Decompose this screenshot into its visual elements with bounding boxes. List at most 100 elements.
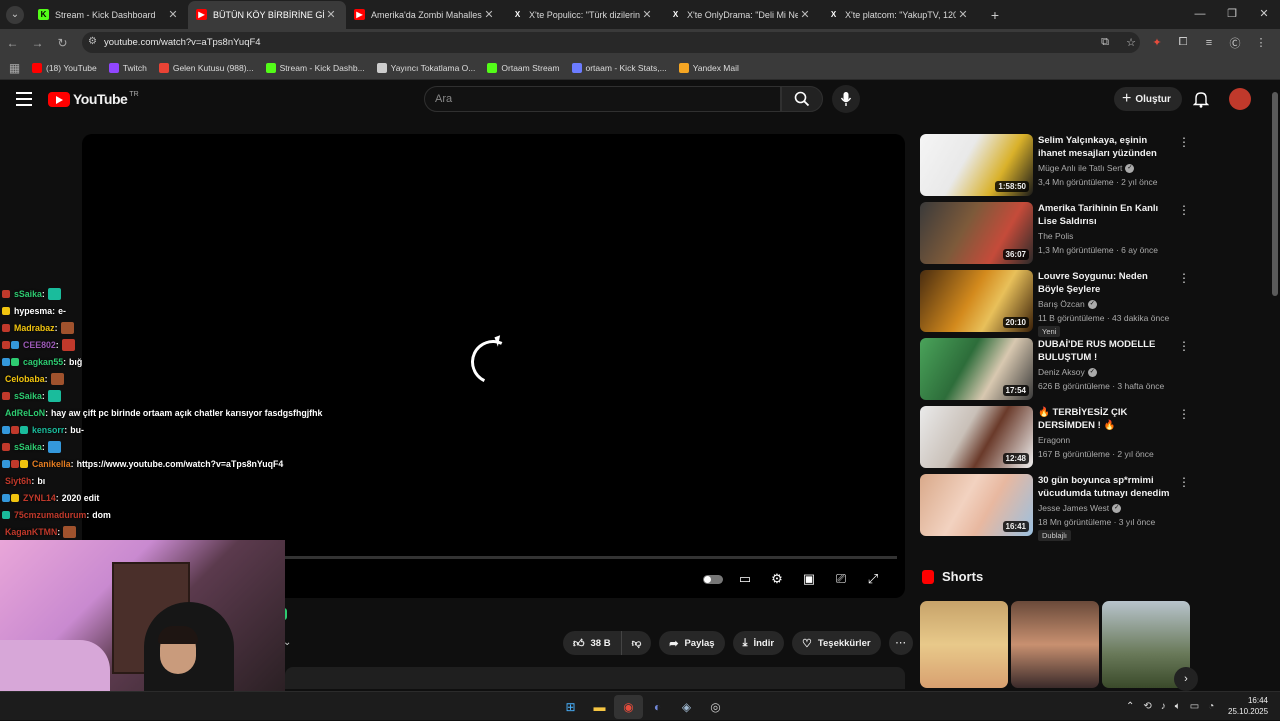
restore-icon[interactable]: ❐	[1216, 0, 1248, 29]
apps-grid-icon[interactable]: ▦	[2, 61, 27, 75]
bookmark-item[interactable]: Twitch	[108, 62, 147, 73]
file-explorer-icon[interactable]: ▬	[585, 695, 614, 719]
theater-mode-icon[interactable]: ▣	[793, 571, 825, 587]
channel-name[interactable]: Jesse James West ✓	[1038, 503, 1122, 514]
bookmark-item[interactable]: ortaam - Kick Stats,...	[571, 62, 667, 73]
browser-tab[interactable]: X X'te Populicc: "Türk dizilerinde ✕	[504, 1, 662, 29]
video-thumbnail[interactable]: 16:41	[920, 474, 1033, 536]
more-actions-icon[interactable]: ⋯	[888, 631, 913, 655]
video-options-icon[interactable]: ⋮	[1178, 407, 1190, 421]
tab-close-icon[interactable]: ✕	[324, 8, 338, 21]
browser-tab[interactable]: X X'te OnlyDrama: "Deli Mi Ne?" ✕	[662, 1, 820, 29]
scrollbar-thumb[interactable]	[1272, 92, 1278, 296]
video-options-icon[interactable]: ⋮	[1178, 135, 1190, 149]
bookmark-item[interactable]: Yayıncı Tokatlama O...	[376, 62, 475, 73]
tab-search-icon[interactable]: ⌄	[6, 5, 24, 24]
tray-sync-icon[interactable]: ⟲	[1143, 701, 1151, 712]
tray-wifi-icon[interactable]: ◔	[1208, 701, 1214, 712]
settings-gear-icon[interactable]: ⚙	[761, 571, 793, 587]
video-options-icon[interactable]: ⋮	[1178, 203, 1190, 217]
description-box[interactable]	[285, 667, 905, 689]
channel-name[interactable]: The Polis	[1038, 231, 1073, 241]
fullscreen-icon[interactable]: ⤢	[857, 571, 889, 587]
minimize-icon[interactable]: —	[1184, 0, 1216, 29]
reload-icon[interactable]: ↻	[50, 36, 75, 50]
close-window-icon[interactable]: ✕	[1248, 0, 1280, 29]
video-title[interactable]: 🔥 TERBİYESİZ ÇIK DERSİMDEN ! 🔥	[1038, 406, 1170, 432]
browser-tab[interactable]: K Stream - Kick Dashboard ✕	[30, 1, 188, 29]
windows-start-icon[interactable]: ⊞	[556, 695, 585, 719]
tab-close-icon[interactable]: ✕	[640, 8, 654, 21]
thanks-button[interactable]: ♡ Teşekkürler	[792, 631, 881, 655]
forward-icon[interactable]: →	[25, 36, 50, 50]
video-title[interactable]: 30 gün boyunca sp*rmimi vücudumda tutmay…	[1038, 474, 1170, 500]
tray-display-icon[interactable]: ▭	[1190, 701, 1199, 712]
bookmark-item[interactable]: Ortaam Stream	[487, 62, 560, 73]
subtitles-icon[interactable]: ▭	[729, 571, 761, 587]
chrome-icon[interactable]: ◉	[614, 695, 643, 719]
video-progress-bar[interactable]	[282, 556, 897, 559]
discord-icon[interactable]: ◐	[643, 695, 672, 719]
obs-icon[interactable]: ◎	[701, 695, 730, 719]
bookmark-item[interactable]: Gelen Kutusu (988)...	[158, 62, 254, 73]
browser-tab[interactable]: X X'te platcom: "YakupTV, 120 bi ✕	[820, 1, 978, 29]
profile-icon[interactable]: Ⓒ	[1222, 35, 1248, 51]
bookmark-item[interactable]: Yandex Mail	[678, 62, 739, 73]
browser-tab[interactable]: ▶ BÜTÜN KÖY BİRBİRİNE GİRMİŞ✕	[188, 0, 346, 29]
share-button[interactable]: ➦ Paylaş	[659, 631, 725, 655]
url-field[interactable]: ⚙ youtube.com/watch?v=aTps8nYuqF4	[82, 32, 1140, 53]
recommended-video[interactable]: 16:41 30 gün boyunca sp*rmimi vücudumda t…	[920, 474, 1195, 542]
video-title[interactable]: Louvre Soygunu: Neden Böyle Şeylere BAYI…	[1038, 270, 1170, 296]
back-icon[interactable]: ←	[0, 36, 25, 50]
video-thumbnail[interactable]: 36:07	[920, 202, 1033, 264]
short-thumbnail[interactable]	[920, 601, 1008, 688]
video-title[interactable]: Amerika Tarihinin En Kanlı Lise Saldırıs…	[1038, 202, 1170, 228]
recommended-video[interactable]: 36:07 Amerika Tarihinin En Kanlı Lise Sal…	[920, 202, 1195, 270]
recommended-video[interactable]: 12:48 🔥 TERBİYESİZ ÇIK DERSİMDEN ! 🔥 Erago…	[920, 406, 1195, 474]
video-thumbnail[interactable]: 1:58:50	[920, 134, 1033, 196]
site-info-icon[interactable]: ⚙	[88, 36, 97, 47]
bookmark-item[interactable]: Stream - Kick Dashb...	[265, 62, 365, 73]
channel-name[interactable]: Deniz Aksoy ✓	[1038, 367, 1097, 378]
youtube-logo[interactable]: YouTube TR	[48, 91, 139, 107]
search-input[interactable]: Ara	[424, 86, 781, 112]
tab-close-icon[interactable]: ✕	[166, 8, 180, 21]
channel-name[interactable]: Eragonn	[1038, 435, 1070, 445]
extension-icon[interactable]: ✦	[1144, 36, 1170, 49]
bookmark-item[interactable]: (18) YouTube	[32, 62, 97, 73]
download-button[interactable]: ⤓ İndir	[732, 631, 785, 655]
install-app-icon[interactable]: ⧉	[1092, 36, 1118, 49]
video-options-icon[interactable]: ⋮	[1178, 271, 1190, 285]
video-title[interactable]: DUBAİ'DE RUS MODELLE BULUŞTUM !	[1038, 338, 1170, 364]
autoplay-toggle[interactable]	[697, 572, 729, 587]
recommended-video[interactable]: 1:58:50 Selim Yalçınkaya, eşinin ihanet m…	[920, 134, 1195, 202]
video-thumbnail[interactable]: 12:48	[920, 406, 1033, 468]
video-title[interactable]: Selim Yalçınkaya, eşinin ihanet mesajlar…	[1038, 134, 1170, 160]
notifications-bell-icon[interactable]	[1192, 90, 1210, 113]
tab-close-icon[interactable]: ✕	[482, 8, 496, 21]
new-tab-button[interactable]: +	[984, 7, 1006, 23]
menu-icon[interactable]	[16, 92, 32, 106]
video-thumbnail[interactable]: 17:54	[920, 338, 1033, 400]
taskbar-clock[interactable]: 16:44 25.10.2025	[1228, 695, 1268, 717]
video-thumbnail[interactable]: 20:10	[920, 270, 1033, 332]
video-options-icon[interactable]: ⋮	[1178, 475, 1190, 489]
short-thumbnail[interactable]	[1011, 601, 1099, 688]
recommended-video[interactable]: 20:10 Louvre Soygunu: Neden Böyle Şeylere…	[920, 270, 1195, 338]
browser-tab[interactable]: ▶ Amerika'da Zombi Mahallesine ✕	[346, 1, 504, 29]
dislike-button[interactable]: 👎︎	[621, 631, 652, 655]
account-avatar[interactable]	[1229, 88, 1251, 110]
channel-name[interactable]: Müge Anlı ile Tatlı Sert ✓	[1038, 163, 1135, 174]
like-button[interactable]: 👍︎ 38 B	[563, 631, 622, 655]
steam-icon[interactable]: ◈	[672, 695, 701, 719]
channel-name[interactable]: Barış Özcan ✓	[1038, 299, 1097, 310]
media-control-icon[interactable]: ≡	[1196, 37, 1222, 49]
recommended-video[interactable]: 17:54 DUBAİ'DE RUS MODELLE BULUŞTUM ! Deni…	[920, 338, 1195, 406]
more-menu-icon[interactable]: ⋮	[1248, 36, 1274, 49]
tab-close-icon[interactable]: ✕	[956, 8, 970, 21]
cast-icon[interactable]: ⎚	[825, 571, 857, 587]
voice-search-button[interactable]	[832, 85, 860, 113]
page-scrollbar[interactable]	[1270, 80, 1280, 691]
create-button[interactable]: + Oluştur	[1114, 87, 1182, 111]
extensions-puzzle-icon[interactable]: ⧠	[1170, 36, 1196, 49]
